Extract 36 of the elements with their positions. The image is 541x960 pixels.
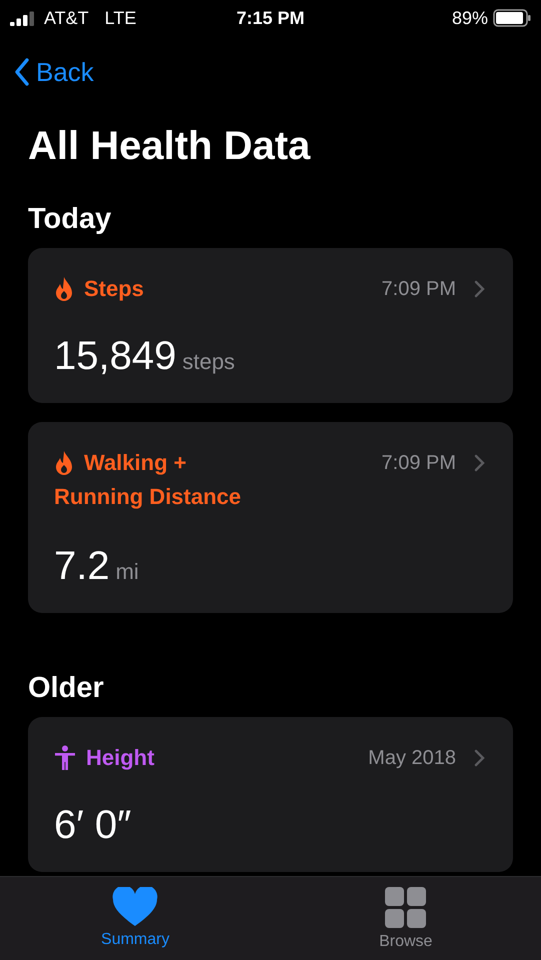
card-time: 7:09 PM <box>382 452 456 474</box>
card-value: 7.2 <box>54 544 110 589</box>
chevron-icon <box>474 280 485 298</box>
chevron-left-icon <box>14 58 30 86</box>
page-title: All Health Data <box>28 124 312 169</box>
figure-icon <box>54 745 76 771</box>
section-header: Today <box>28 202 112 237</box>
card-unit: steps <box>182 349 235 375</box>
battery-icon <box>493 9 531 27</box>
card-title: Running Distance <box>54 483 242 511</box>
battery-percentage: 89% <box>452 8 488 28</box>
card-unit: mi <box>116 559 139 585</box>
flame-icon <box>54 450 74 476</box>
tab-button[interactable]: Browse <box>270 877 541 960</box>
back-button[interactable]: Back <box>14 52 513 92</box>
chevron-icon <box>474 454 485 472</box>
signal-icon <box>10 10 36 26</box>
health-card[interactable]: Steps 7:09 PM 15,849 steps <box>28 248 513 403</box>
clock-time: 7:15 PM <box>236 8 305 28</box>
carrier-name: AT&T <box>44 8 89 28</box>
flame-icon <box>54 276 74 302</box>
grid-icon <box>384 887 427 929</box>
card-value: 15,849 <box>54 334 176 379</box>
chevron-icon <box>474 749 485 767</box>
card-title: Height <box>86 744 154 772</box>
tab-button[interactable]: Summary <box>0 877 270 960</box>
card-title: Walking + <box>84 449 188 477</box>
section-header: Older <box>28 671 105 706</box>
heart-icon <box>112 887 158 927</box>
network-type: LTE <box>104 8 136 28</box>
card-title: Steps <box>84 275 144 303</box>
health-card[interactable]: Walking + Running Distance 7:09 PM 7.2 mi <box>28 422 513 613</box>
health-card[interactable]: Height May 2018 6′ 0″ <box>28 717 513 872</box>
card-time: May 2018 <box>368 746 456 770</box>
card-time: 7:09 PM <box>382 278 456 300</box>
card-value: 6′ 0″ <box>54 803 132 848</box>
